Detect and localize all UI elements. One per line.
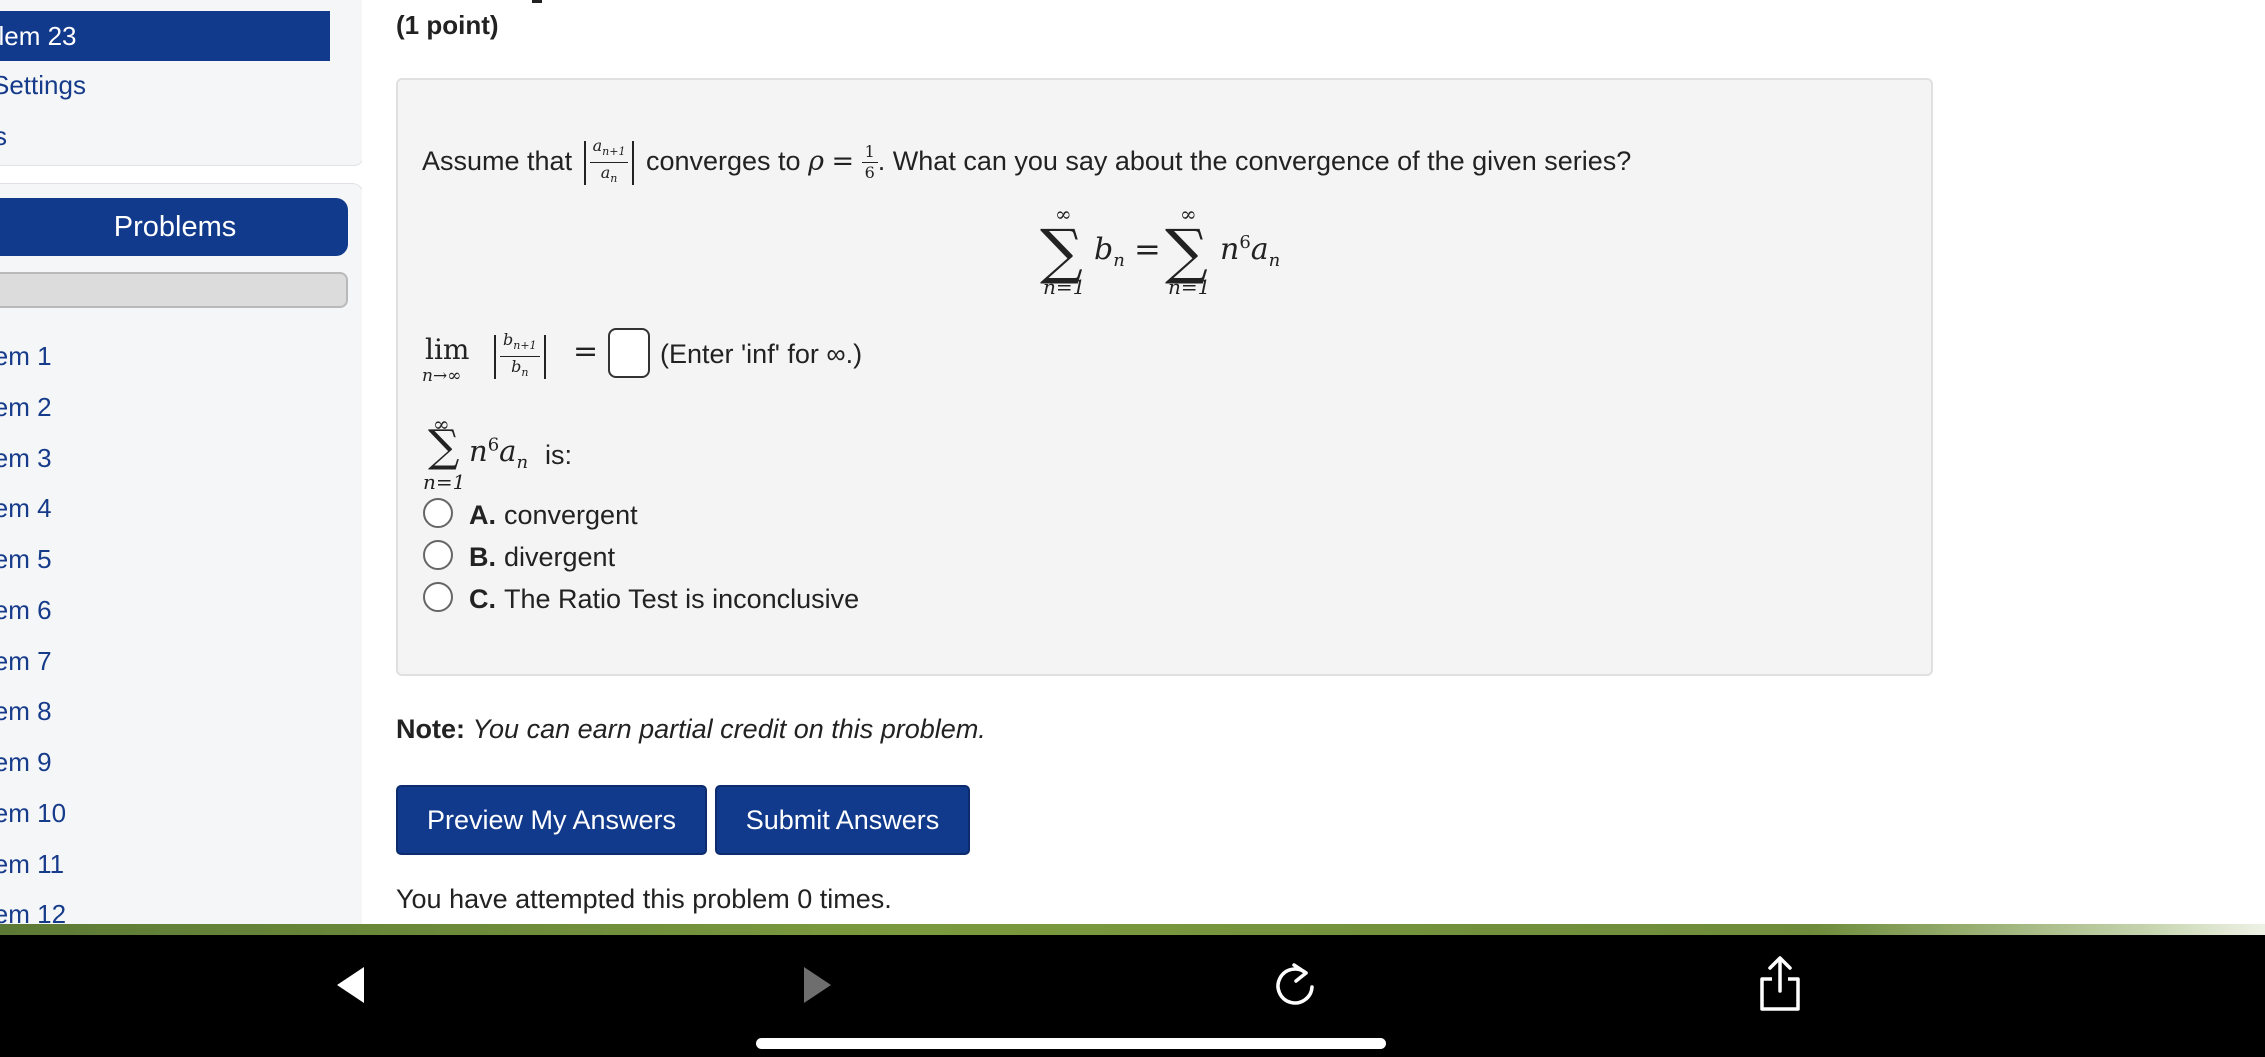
option-c-radio[interactable] (423, 582, 453, 612)
clipped-title-fragment (532, 0, 542, 3)
sigma-symbol: ∑ (1040, 217, 1083, 287)
problem-list-item[interactable]: lem 9 (0, 747, 64, 778)
option-b-label[interactable]: B. divergent (469, 542, 615, 573)
sidebar: blem 23 Settings s Problems lem 1 lem 2 … (0, 0, 362, 926)
abs-bar (583, 140, 586, 185)
problem-list-item[interactable]: lem 4 (0, 493, 64, 524)
problem-list-item[interactable]: lem 10 (0, 798, 78, 829)
rho-fraction: 16 (861, 142, 878, 183)
problem-intro: Assume that an+1 an converges to ρ = 16. … (422, 136, 1631, 185)
sidebar-item-current-problem[interactable]: blem 23 (0, 11, 330, 61)
option-c-label[interactable]: C. The Ratio Test is inconclusive (469, 584, 859, 615)
preview-answers-button[interactable]: Preview My Answers (396, 785, 707, 855)
option-a-radio[interactable] (423, 498, 453, 528)
sigma-symbol: ∑ (1165, 217, 1208, 287)
submit-answers-button[interactable]: Submit Answers (715, 785, 970, 855)
share-icon[interactable] (1758, 955, 1802, 1013)
option-a-label[interactable]: A. convergent (469, 500, 638, 531)
rho-symbol: ρ (808, 145, 824, 177)
problem-list-item[interactable]: lem 1 (0, 341, 64, 372)
forward-icon[interactable] (800, 965, 834, 1005)
problem-list-item[interactable]: lem 3 (0, 443, 64, 474)
option-b-radio[interactable] (423, 540, 453, 570)
problems-progress-bar (0, 272, 348, 308)
home-indicator (756, 1038, 1386, 1049)
problem-list-item[interactable]: lem 5 (0, 544, 64, 575)
problem-list-item[interactable]: lem 6 (0, 595, 64, 626)
ratio-fraction: an+1 an (589, 136, 629, 189)
problems-header: Problems (0, 198, 348, 256)
attempts-text: You have attempted this problem 0 times. (396, 884, 892, 914)
problem-list-item[interactable]: lem 8 (0, 696, 64, 727)
problem-list-item[interactable]: lem 12 (0, 899, 78, 926)
abs-bar (632, 140, 635, 185)
problem-list-item[interactable]: lem 11 (0, 849, 76, 880)
page-edge-stripe (0, 924, 2265, 935)
back-icon[interactable] (334, 965, 368, 1005)
partial-credit-note: Note: You can earn partial credit on thi… (396, 714, 986, 744)
reload-icon[interactable] (1270, 959, 1320, 1011)
problem-points: (1 point) (396, 10, 499, 40)
limit-hint: (Enter 'inf' for ∞.) (660, 339, 863, 369)
sigma-symbol: ∑ (428, 421, 460, 472)
sidebar-link-settings[interactable]: Settings (0, 70, 86, 101)
problem-list-item[interactable]: lem 7 (0, 646, 64, 677)
limit-answer-input[interactable] (608, 328, 650, 378)
sidebar-link-clipped[interactable]: s (0, 121, 7, 152)
problem-list-item[interactable]: lem 2 (0, 392, 64, 423)
